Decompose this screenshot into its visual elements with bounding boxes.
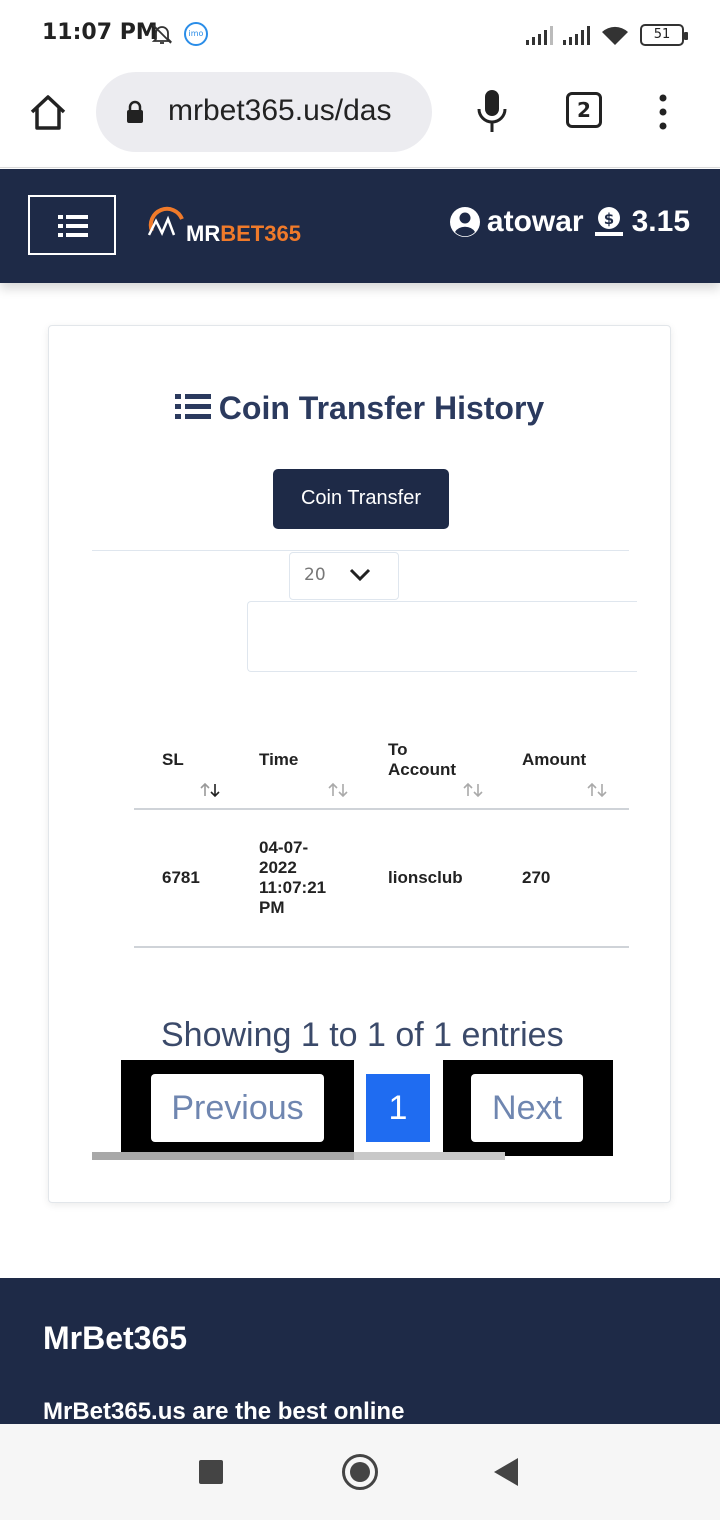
table-header-divider <box>134 808 629 810</box>
system-nav-bar <box>0 1424 720 1520</box>
scrollbar-thumb[interactable] <box>92 1152 354 1160</box>
list-icon <box>174 394 211 419</box>
status-time: 11:07 PM <box>42 20 158 45</box>
cell-amount: 270 <box>522 868 551 887</box>
home-icon[interactable] <box>28 92 68 132</box>
page-length-select[interactable]: 20 <box>289 552 399 600</box>
svg-text:$: $ <box>603 210 613 228</box>
bell-off-icon <box>151 24 173 44</box>
recents-icon[interactable] <box>199 1460 223 1484</box>
menu-toggle-button[interactable] <box>28 195 116 255</box>
page-title: Coin Transfer History <box>49 390 670 427</box>
sort-icon[interactable] <box>327 782 349 798</box>
signal-icon <box>526 25 553 45</box>
logo-text: MRBET365 <box>186 221 301 246</box>
tabs-icon[interactable]: 2 <box>566 92 602 128</box>
page-length-value: 20 <box>304 565 326 585</box>
back-icon[interactable] <box>494 1458 518 1486</box>
table-info: Showing 1 to 1 of 1 entries <box>161 1016 564 1054</box>
site-header: MRBET365 atowar $ 3.15 <box>0 169 720 283</box>
user-info[interactable]: atowar $ 3.15 <box>449 205 690 239</box>
coin-history-card: Coin Transfer History Coin Transfer 20 S… <box>48 325 671 1203</box>
chevron-down-icon <box>349 568 371 582</box>
footer-text: MrBet365.us are the best online <box>43 1398 405 1424</box>
status-bar: 11:07 PM imo 51 <box>0 0 720 70</box>
cell-sl: 6781 <box>162 868 200 887</box>
coins-icon: $ <box>594 207 623 236</box>
page-1-button[interactable]: 1 <box>366 1074 430 1142</box>
sort-desc-icon[interactable] <box>199 782 221 798</box>
username: atowar <box>486 205 584 238</box>
column-header-to-account[interactable]: To Account <box>388 740 456 780</box>
url-text: mrbet365.us/das <box>168 94 392 127</box>
more-vert-icon[interactable] <box>654 94 672 130</box>
cell-time: 04-07- 2022 11:07:21 PM <box>259 838 327 917</box>
user-circle-icon <box>449 207 480 237</box>
sort-icon[interactable] <box>586 782 608 798</box>
table-row-divider <box>134 946 629 948</box>
balance: 3.15 <box>631 205 690 238</box>
site-footer: MrBet365 MrBet365.us are the best online <box>0 1278 720 1424</box>
browser-toolbar: mrbet365.us/das 2 <box>0 70 720 168</box>
imo-icon: imo <box>184 22 208 46</box>
cell-to-account: lionsclub <box>388 868 463 887</box>
previous-button[interactable]: Previous <box>151 1074 324 1142</box>
sort-icon[interactable] <box>462 782 484 798</box>
site-logo[interactable]: MRBET365 <box>146 205 301 249</box>
search-input[interactable] <box>247 601 637 672</box>
column-header-amount[interactable]: Amount <box>522 750 586 770</box>
divider <box>92 550 629 551</box>
page-title-text: Coin Transfer History <box>218 390 545 426</box>
wifi-icon <box>602 26 628 45</box>
footer-title: MrBet365 <box>43 1320 188 1356</box>
coin-transfer-button[interactable]: Coin Transfer <box>273 469 449 529</box>
home-nav-icon[interactable] <box>342 1454 378 1490</box>
mic-icon[interactable] <box>474 88 510 134</box>
next-button[interactable]: Next <box>471 1074 583 1142</box>
battery-icon: 51 <box>640 24 688 46</box>
column-header-time[interactable]: Time <box>259 750 298 770</box>
lock-icon <box>127 100 143 123</box>
address-bar[interactable]: mrbet365.us/das <box>96 72 432 152</box>
list-icon <box>58 215 88 237</box>
logo-mark-icon <box>147 206 184 236</box>
signal-icon <box>563 25 590 45</box>
status-icons: 51 <box>526 22 688 48</box>
column-header-sl[interactable]: SL <box>162 750 184 770</box>
